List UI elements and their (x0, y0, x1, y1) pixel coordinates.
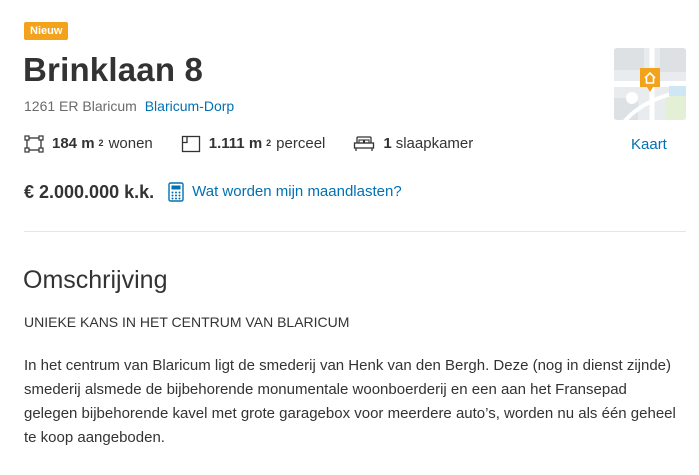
living-area-icon (24, 135, 44, 153)
plot-area-unit-exp: 2 (266, 138, 272, 148)
map-thumbnail[interactable] (614, 48, 686, 120)
feature-list: 184 m2 wonen 1.111 m2 perceel 1 slaapkam… (24, 134, 501, 154)
new-badge: Nieuw (24, 22, 69, 40)
postal-city: 1261 ER Blaricum (24, 98, 137, 114)
feature-bedrooms: 1 slaapkamer (353, 134, 473, 154)
living-area-unit-exp: 2 (98, 138, 104, 148)
calculator-icon[interactable] (168, 182, 184, 202)
page-title: Brinklaan 8 (23, 51, 204, 88)
monthly-costs-link[interactable]: Wat worden mijn maandlasten? (192, 182, 402, 202)
price: € 2.000.000 k.k. (24, 182, 155, 202)
neighbourhood-link[interactable]: Blaricum-Dorp (145, 98, 234, 114)
price-row: € 2.000.000 k.k. Wat worden mijn maandla… (24, 180, 402, 204)
bedrooms-label: slaapkamer (395, 135, 474, 152)
address: 1261 ER Blaricum Blaricum-Dorp (24, 97, 234, 115)
description-heading: Omschrijving (23, 266, 168, 294)
map-link[interactable]: Kaart (631, 135, 667, 155)
feature-plot: 1.111 m2 perceel (181, 134, 326, 154)
bed-icon (354, 136, 375, 151)
feature-living: 184 m2 wonen (24, 134, 153, 154)
divider (24, 231, 686, 232)
description-intro: UNIEKE KANS IN HET CENTRUM VAN BLARICUM (24, 314, 350, 330)
living-area-value: 184 m (52, 135, 95, 152)
plot-area-icon (181, 135, 200, 153)
plot-area-value: 1.111 m (208, 135, 263, 152)
living-area-label: wonen (108, 135, 153, 152)
map-house-marker-icon (640, 68, 660, 92)
plot-area-label: perceel (276, 135, 326, 152)
description-body: In het centrum van Blaricum ligt de smed… (24, 357, 676, 446)
bedrooms-value: 1 (383, 135, 392, 152)
